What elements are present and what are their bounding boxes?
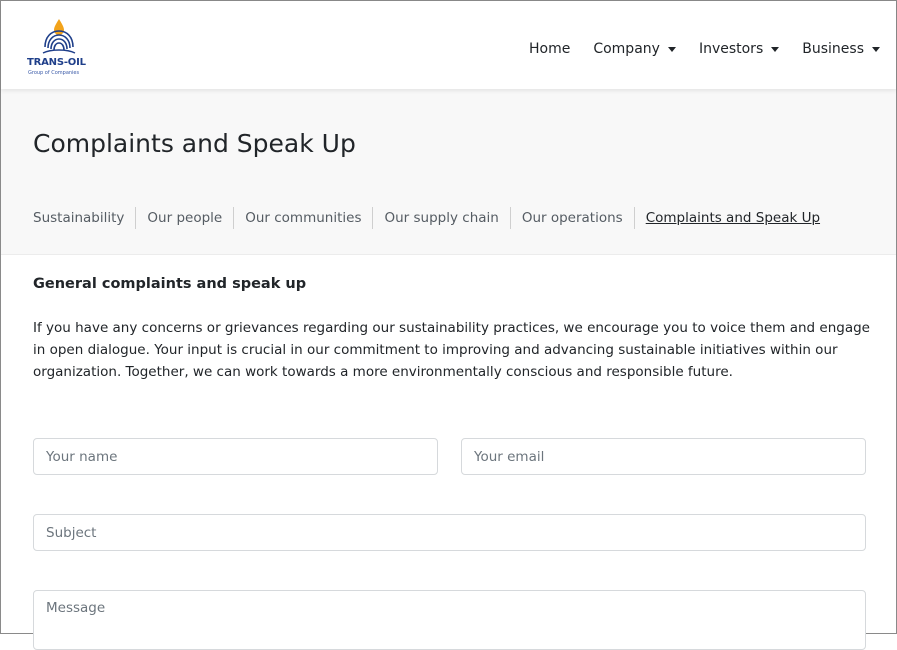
subject-input[interactable] (33, 514, 866, 551)
name-input[interactable] (33, 438, 438, 475)
subnav-item-our-communities[interactable]: Our communities (233, 207, 372, 229)
section-heading: General complaints and speak up (33, 276, 307, 292)
caret-down-icon (872, 46, 880, 52)
trans-oil-logo[interactable]: TRANS-OIL Group of Companies (27, 17, 91, 77)
trans-oil-logo-icon (42, 19, 76, 54)
email-input[interactable] (461, 438, 866, 475)
subnav-item-complaints-and-speak-up[interactable]: Complaints and Speak Up (633, 207, 831, 229)
page-title: Complaints and Speak Up (33, 129, 356, 158)
caret-down-icon (771, 46, 780, 52)
subnav-item-our-supply-chain[interactable]: Our supply chain (372, 207, 509, 229)
nav-item-label: Investors (698, 41, 764, 57)
nav-item-label: Home (528, 41, 571, 57)
logo-wordmark: TRANS-OIL (27, 57, 86, 68)
caret-down-icon (667, 46, 676, 52)
subnav-item-our-people[interactable]: Our people (135, 207, 233, 229)
nav-item-company[interactable]: Company (593, 41, 676, 57)
main-nav: Home Company Investors Business (506, 41, 880, 57)
message-input[interactable] (33, 590, 866, 650)
sustainability-subnav: Sustainability Our people Our communitie… (33, 207, 831, 229)
subnav-item-our-operations[interactable]: Our operations (509, 207, 634, 229)
logo-tagline: Group of Companies (28, 70, 80, 76)
page-title-section: Complaints and Speak Up Sustainability O… (1, 89, 896, 255)
nav-item-label: Company (593, 41, 660, 57)
site-header: TRANS-OIL Group of Companies Home Compan… (1, 1, 896, 89)
nav-item-business[interactable]: Business (802, 41, 880, 57)
intro-paragraph: If you have any concerns or grievances r… (33, 320, 870, 380)
nav-item-investors[interactable]: Investors (698, 41, 780, 57)
nav-item-home[interactable]: Home (529, 41, 570, 57)
subnav-item-sustainability[interactable]: Sustainability (33, 207, 135, 229)
nav-item-label: Business (802, 41, 864, 57)
